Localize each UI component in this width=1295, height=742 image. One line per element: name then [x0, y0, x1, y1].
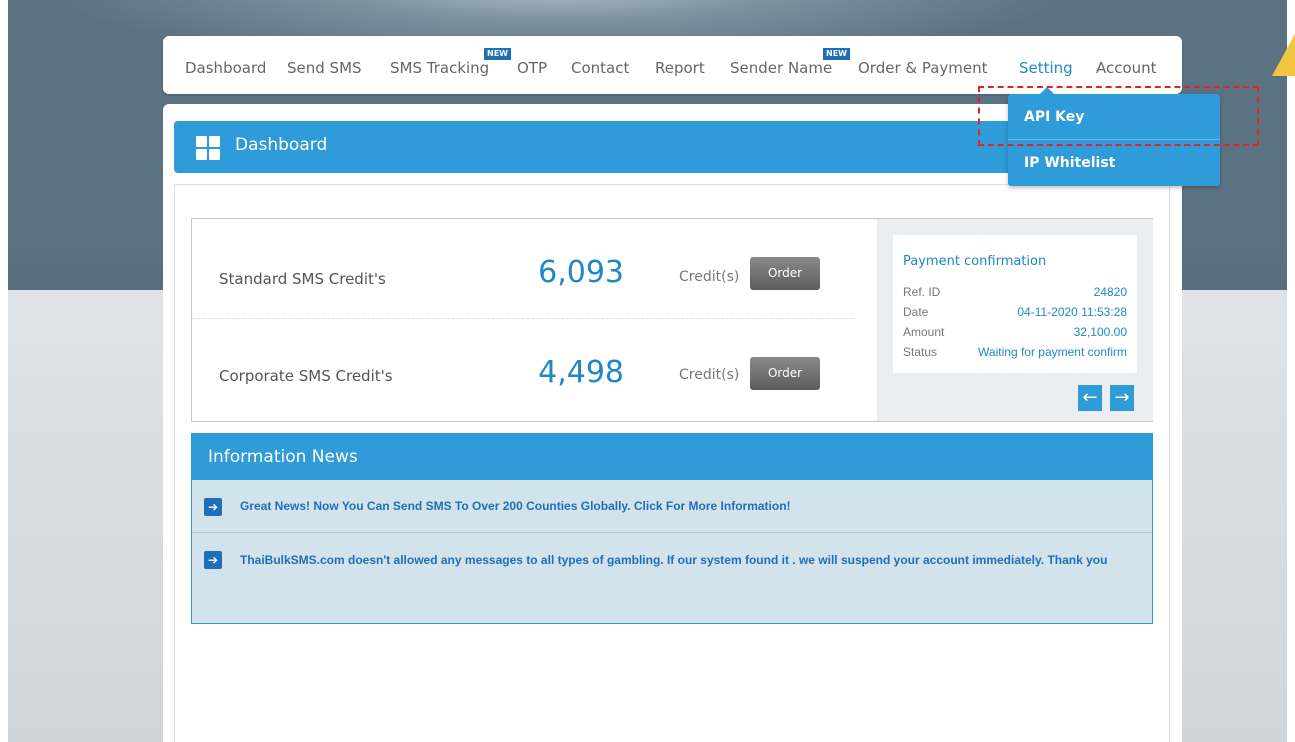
annotation-arrow-icon	[1272, 32, 1295, 76]
page-title: Dashboard	[235, 135, 328, 155]
dashboard-grid-icon	[196, 136, 220, 160]
payment-confirmation-card: Payment confirmation Ref. ID 24820 Date …	[893, 235, 1137, 373]
nav-order-payment[interactable]: Order & Payment	[858, 59, 988, 77]
corporate-credit-value: 4,498	[538, 355, 624, 390]
annotation-highlight-box	[978, 86, 1259, 146]
payment-key: Date	[903, 305, 929, 319]
nav-sms-tracking[interactable]: SMS Tracking	[390, 59, 489, 77]
news-link[interactable]: Great News! Now You Can Send SMS To Over…	[240, 498, 1140, 515]
next-arrow-icon[interactable]: →	[1110, 385, 1134, 411]
prev-arrow-icon[interactable]: ←	[1078, 385, 1102, 411]
payment-sidebar: Payment confirmation Ref. ID 24820 Date …	[877, 219, 1153, 421]
nav-contact[interactable]: Contact	[571, 59, 629, 77]
nav-account[interactable]: Account	[1096, 59, 1157, 77]
window-edge-left	[0, 0, 8, 742]
nav-setting[interactable]: Setting	[1019, 59, 1073, 77]
payment-value: 32,100.00	[1073, 325, 1127, 339]
payment-row-ref: Ref. ID 24820	[903, 285, 1127, 301]
information-news-panel: Information News ➔ Great News! Now You C…	[191, 433, 1153, 624]
nav-otp[interactable]: OTP	[517, 59, 547, 77]
corporate-order-button[interactable]: Order	[750, 357, 820, 390]
nav-dashboard[interactable]: Dashboard	[185, 59, 266, 77]
window-edge-right	[1287, 0, 1295, 742]
nav-send-sms[interactable]: Send SMS	[287, 59, 362, 77]
payment-key: Status	[903, 345, 938, 359]
payment-key: Ref. ID	[903, 285, 941, 299]
news-title: Information News	[192, 434, 1152, 480]
credits-panel: Standard SMS Credit's 6,093 Credit(s) Or…	[191, 218, 1153, 422]
news-link[interactable]: ThaiBulkSMS.com doesn't allowed any mess…	[240, 552, 1140, 569]
standard-credit-unit: Credit(s)	[679, 269, 740, 285]
standard-credit-label: Standard SMS Credit's	[219, 270, 386, 288]
payment-row-date: Date 04-11-2020 11:53:28	[903, 305, 1127, 321]
new-badge: NEW	[484, 48, 511, 60]
menu-item-ip-whitelist[interactable]: IP Whitelist	[1008, 141, 1220, 185]
nav-sender-name[interactable]: Sender Name	[730, 59, 832, 77]
payment-title: Payment confirmation	[903, 254, 1047, 269]
payment-row-amount: Amount 32,100.00	[903, 325, 1127, 341]
nav-report[interactable]: Report	[655, 59, 705, 77]
news-item: ➔ Great News! Now You Can Send SMS To Ov…	[192, 480, 1152, 532]
payment-value: Waiting for payment confirm	[978, 345, 1127, 359]
arrow-right-icon: ➔	[204, 551, 222, 569]
news-item: ➔ ThaiBulkSMS.com doesn't allowed any me…	[192, 533, 1152, 613]
payment-value: 24820	[1093, 285, 1127, 299]
corporate-credit-label: Corporate SMS Credit's	[219, 367, 393, 385]
new-badge: NEW	[823, 48, 850, 60]
divider	[192, 318, 854, 319]
standard-credit-value: 6,093	[538, 255, 624, 290]
standard-order-button[interactable]: Order	[750, 257, 820, 290]
payment-row-status: Status Waiting for payment confirm	[903, 345, 1127, 361]
corporate-credit-unit: Credit(s)	[679, 367, 740, 383]
arrow-right-icon: ➔	[204, 498, 222, 516]
payment-value: 04-11-2020 11:53:28	[1017, 305, 1127, 319]
payment-key: Amount	[903, 325, 945, 339]
